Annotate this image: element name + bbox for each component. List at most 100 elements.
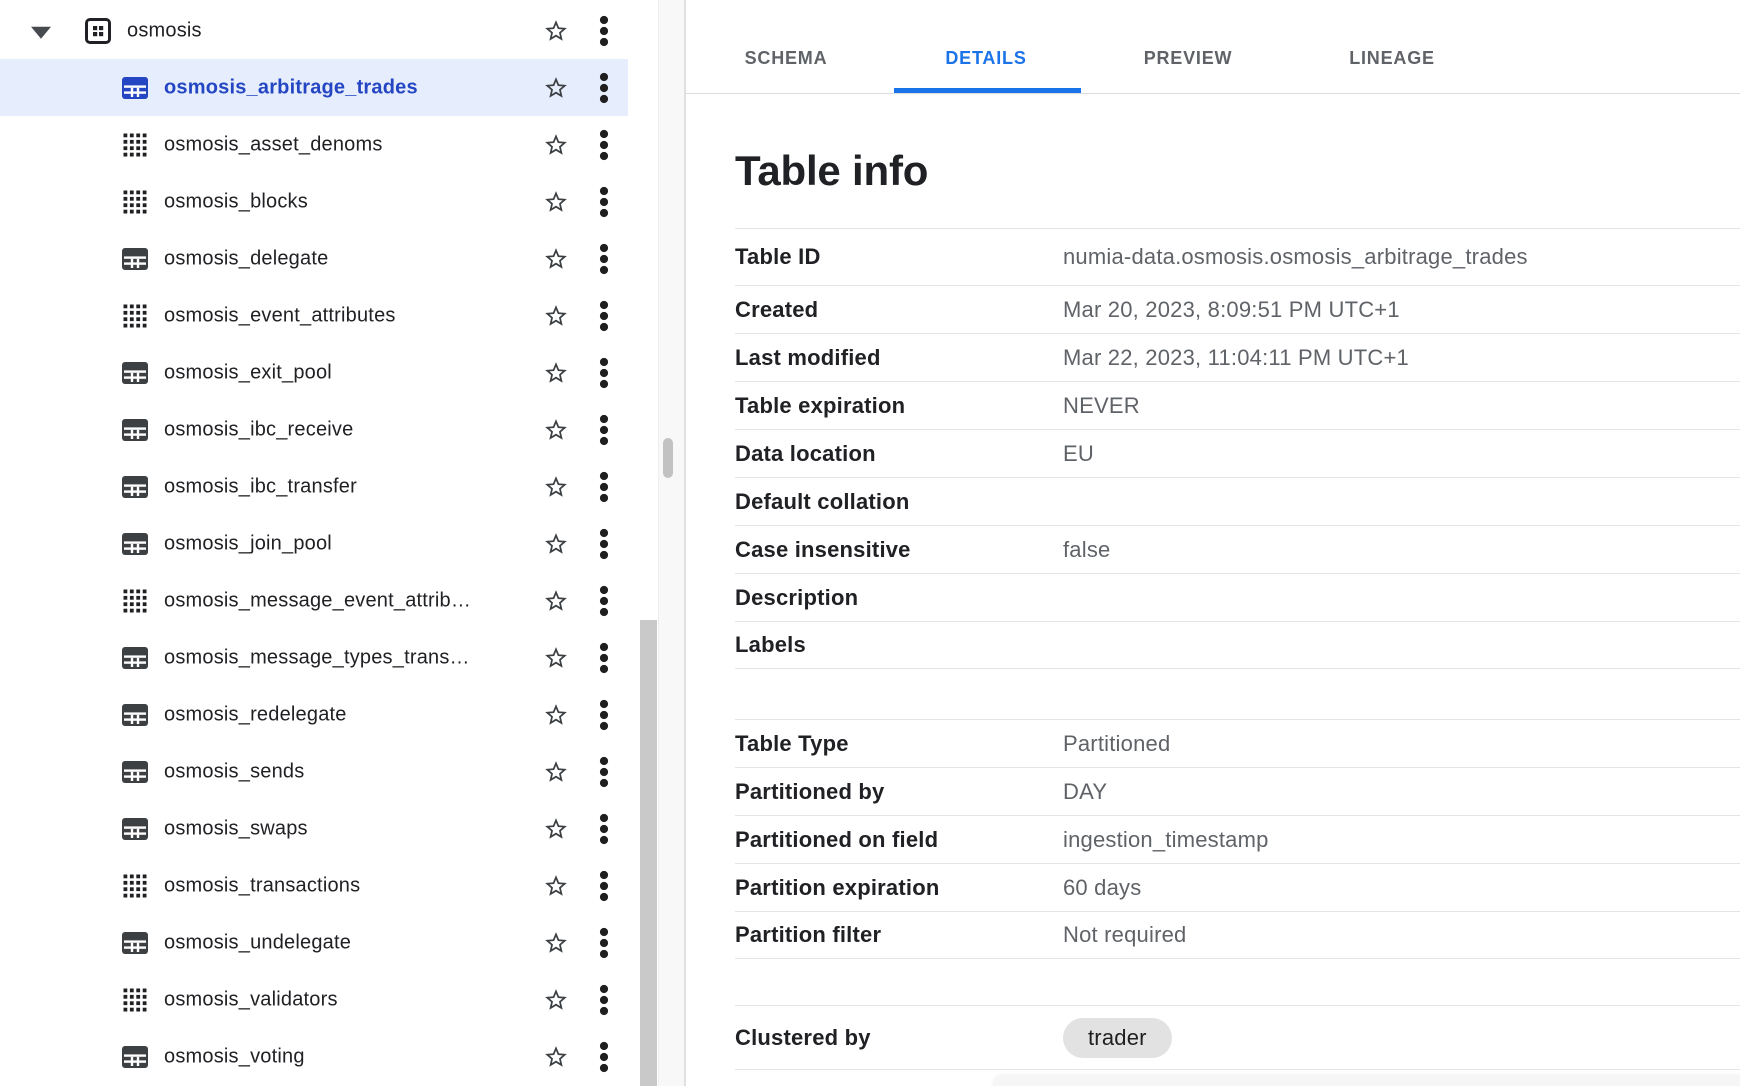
sidebar-scrollbar-thumb[interactable] xyxy=(640,620,657,1086)
table-label: osmosis_undelegate xyxy=(164,931,351,954)
tab-bar-border xyxy=(686,93,1740,94)
info-value: EU xyxy=(1063,441,1740,467)
more-actions-button[interactable] xyxy=(592,185,616,219)
info-value: NEVER xyxy=(1063,393,1740,419)
info-row: Table TypePartitioned xyxy=(735,719,1740,767)
more-actions-button[interactable] xyxy=(592,755,616,789)
tree-row-table[interactable]: osmosis_validators xyxy=(0,971,628,1028)
star-button[interactable] xyxy=(543,360,569,386)
tree-row-table[interactable]: osmosis_undelegate xyxy=(0,914,628,971)
tree-row-table[interactable]: osmosis_message_types_trans… xyxy=(0,629,628,686)
more-actions-button[interactable] xyxy=(592,470,616,504)
star-button[interactable] xyxy=(543,303,569,329)
tab-preview[interactable]: PREVIEW xyxy=(1144,40,1233,76)
table-label: osmosis_asset_denoms xyxy=(164,133,383,156)
partitioned-table-icon xyxy=(121,873,149,899)
info-label: Table Type xyxy=(735,731,1063,757)
table-info-section: Table IDnumia-data.osmosis.osmosis_arbit… xyxy=(735,228,1740,669)
star-button[interactable] xyxy=(543,417,569,443)
info-label: Default collation xyxy=(735,489,1063,515)
tab-details[interactable]: DETAILS xyxy=(945,40,1026,76)
star-button[interactable] xyxy=(543,246,569,272)
info-row: Table IDnumia-data.osmosis.osmosis_arbit… xyxy=(735,228,1740,285)
tree-row-table[interactable]: osmosis_arbitrage_trades xyxy=(0,59,628,116)
tree-row-table[interactable]: osmosis_event_attributes xyxy=(0,287,628,344)
table-label: osmosis_redelegate xyxy=(164,703,347,726)
table-icon xyxy=(121,246,149,272)
more-actions-button[interactable] xyxy=(592,812,616,846)
info-row: Data locationEU xyxy=(735,429,1740,477)
table-icon xyxy=(121,474,149,500)
more-actions-button[interactable] xyxy=(592,356,616,390)
info-label: Partition expiration xyxy=(735,875,1063,901)
more-actions-button[interactable] xyxy=(592,413,616,447)
tab-lineage[interactable]: LINEAGE xyxy=(1349,40,1435,76)
star-button[interactable] xyxy=(543,132,569,158)
star-button[interactable] xyxy=(543,18,569,44)
tree-row-table[interactable]: osmosis_blocks xyxy=(0,173,628,230)
tree-row-table[interactable]: osmosis_sends xyxy=(0,743,628,800)
more-actions-button[interactable] xyxy=(592,299,616,333)
star-button[interactable] xyxy=(543,816,569,842)
table-icon xyxy=(121,645,149,671)
star-button[interactable] xyxy=(543,474,569,500)
more-actions-button[interactable] xyxy=(592,584,616,618)
more-actions-button[interactable] xyxy=(592,527,616,561)
tree-row-table[interactable]: osmosis_exit_pool xyxy=(0,344,628,401)
tree-row-table[interactable]: osmosis_voting xyxy=(0,1028,628,1085)
tree-row-table[interactable]: osmosis_swaps xyxy=(0,800,628,857)
dataset-row-osmosis[interactable]: osmosis xyxy=(0,2,628,59)
table-label: osmosis_voting xyxy=(164,1045,305,1068)
info-row: Partitioned on fieldingestion_timestamp xyxy=(735,815,1740,863)
scrollbar-thumb[interactable] xyxy=(663,438,673,478)
table-label: osmosis_ibc_transfer xyxy=(164,475,357,498)
more-actions-button[interactable] xyxy=(592,242,616,276)
table-label: osmosis_sends xyxy=(164,760,304,783)
more-actions-button[interactable] xyxy=(592,1040,616,1074)
more-actions-button[interactable] xyxy=(592,869,616,903)
table-icon xyxy=(121,75,149,101)
cluster-info-section: Clustered bytrader xyxy=(735,1005,1740,1070)
more-actions-button[interactable] xyxy=(592,698,616,732)
more-actions-button[interactable] xyxy=(592,14,616,48)
tree-row-table[interactable]: osmosis_delegate xyxy=(0,230,628,287)
tree-row-table[interactable]: osmosis_ibc_transfer xyxy=(0,458,628,515)
tree-row-table[interactable]: osmosis_join_pool xyxy=(0,515,628,572)
table-label: osmosis_event_attributes xyxy=(164,304,396,327)
star-button[interactable] xyxy=(543,189,569,215)
partitioned-table-icon xyxy=(121,303,149,329)
star-button[interactable] xyxy=(543,588,569,614)
partitioned-table-icon xyxy=(121,189,149,215)
info-value: 60 days xyxy=(1063,875,1740,901)
star-button[interactable] xyxy=(543,645,569,671)
explorer-sidebar: osmosis osmosis_arbitrage_trades osmosis_… xyxy=(0,0,658,1086)
tab-schema[interactable]: SCHEMA xyxy=(745,40,828,76)
star-button[interactable] xyxy=(543,1044,569,1070)
star-button[interactable] xyxy=(543,702,569,728)
star-button[interactable] xyxy=(543,75,569,101)
star-button[interactable] xyxy=(543,531,569,557)
info-row: Case insensitivefalse xyxy=(735,525,1740,573)
tree-row-table[interactable]: osmosis_redelegate xyxy=(0,686,628,743)
star-button[interactable] xyxy=(543,987,569,1013)
table-label: osmosis_join_pool xyxy=(164,532,332,555)
tree-row-table[interactable]: osmosis_message_event_attrib… xyxy=(0,572,628,629)
tree-row-table[interactable]: osmosis_ibc_receive xyxy=(0,401,628,458)
expand-arrow-icon[interactable] xyxy=(31,26,51,38)
more-actions-button[interactable] xyxy=(592,983,616,1017)
tree-row-table[interactable]: osmosis_transactions xyxy=(0,857,628,914)
table-label: osmosis_delegate xyxy=(164,247,328,270)
info-row: Partition filterNot required xyxy=(735,911,1740,959)
bottom-panel-edge xyxy=(993,1075,1740,1086)
more-actions-button[interactable] xyxy=(592,926,616,960)
page-title: Table info xyxy=(735,147,928,195)
star-button[interactable] xyxy=(543,930,569,956)
star-button[interactable] xyxy=(543,759,569,785)
tree-row-table[interactable]: osmosis_asset_denoms xyxy=(0,116,628,173)
more-actions-button[interactable] xyxy=(592,128,616,162)
more-actions-button[interactable] xyxy=(592,71,616,105)
table-label: osmosis_ibc_receive xyxy=(164,418,353,441)
explorer-tree: osmosis osmosis_arbitrage_trades osmosis_… xyxy=(0,2,628,1085)
star-button[interactable] xyxy=(543,873,569,899)
more-actions-button[interactable] xyxy=(592,641,616,675)
